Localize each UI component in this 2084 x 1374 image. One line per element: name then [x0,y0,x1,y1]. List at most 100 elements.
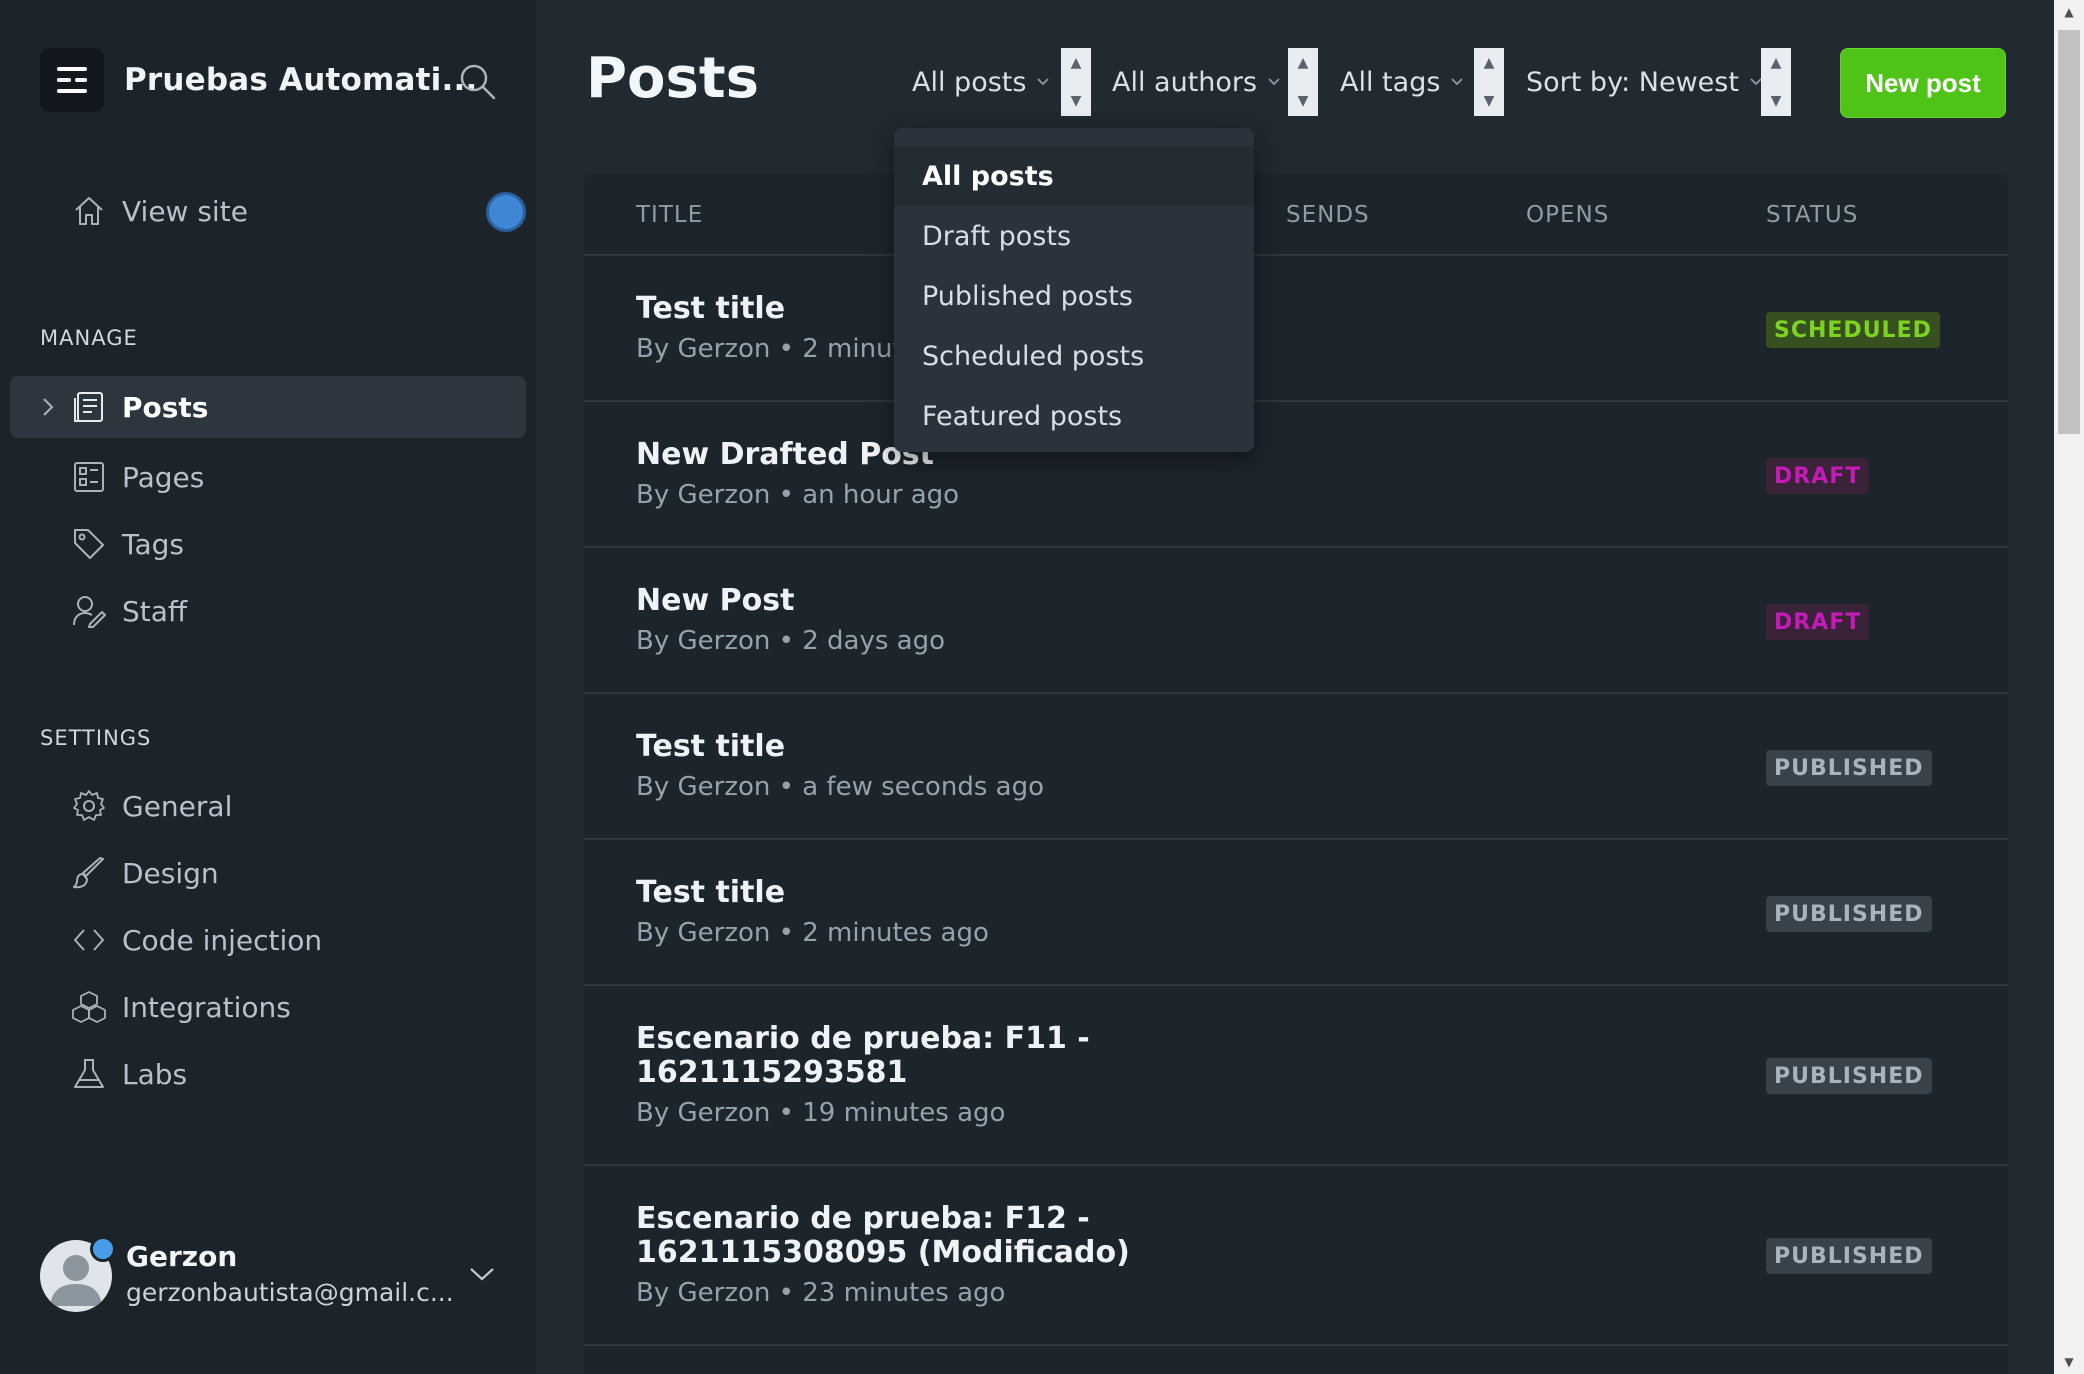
table-row[interactable]: Test title By Gerzon • 2 minute SCHEDULE… [584,254,2008,400]
scroll-up-arrow[interactable]: ▲ [2054,0,2084,24]
post-meta: By Gerzon • 19 minutes ago [636,1098,1006,1128]
sidebar-item-code-injection[interactable]: Code injection [10,909,526,971]
sidebar-item-label: Code injection [122,923,323,957]
post-title-line: Escenario de prueba: F12 - [636,1201,1090,1236]
search-icon[interactable] [458,62,498,102]
table-row[interactable]: Test title By Gerzon • 2 minutes ago PUB… [584,838,2008,984]
user-email: gerzonbautista@gmail.c... [126,1278,454,1307]
sidebar-item-labs[interactable]: Labs [10,1043,526,1105]
site-title[interactable]: Pruebas Automati... [124,62,477,98]
author-stepper[interactable]: ▲ ▼ [1288,48,1318,116]
column-header-title: TITLE [636,202,704,228]
post-title-line: Escenario de prueba: F11 - [636,1021,1090,1056]
chevron-down-icon[interactable] [468,1264,496,1284]
sort-filter[interactable]: Sort by: Newest [1526,48,1763,116]
post-meta: By Gerzon • 2 days ago [636,626,946,656]
author-filter[interactable]: All authors [1112,48,1281,116]
post-title-line: 1621115293581 [636,1055,908,1090]
notification-dot[interactable] [486,192,526,232]
sidebar-item-staff[interactable]: Staff [10,580,526,642]
post-type-stepper[interactable]: ▲ ▼ [1061,48,1091,116]
post-type-dropdown: All posts Draft posts Published posts Sc… [894,128,1254,452]
post-meta: By Gerzon • 2 minutes ago [636,918,989,948]
new-post-button[interactable]: New post [1840,48,2006,118]
staff-icon [73,596,106,628]
sort-filter-label: Sort by: Newest [1526,66,1739,98]
scrollbar-thumb[interactable] [2058,30,2080,434]
sidebar-item-label: Posts [122,390,209,424]
code-icon [74,929,104,951]
status-dot [90,1236,116,1262]
status-badge: SCHEDULED [1766,312,1940,348]
table-row[interactable]: New Drafted Post By Gerzon • an hour ago… [584,400,2008,546]
column-header-opens: OPENS [1526,202,1610,228]
column-header-sends: SENDS [1286,202,1370,228]
table-row[interactable]: Test title By Gerzon • a few seconds ago… [584,692,2008,838]
dropdown-option-all-posts[interactable]: All posts [894,146,1254,206]
chevron-down-icon [1451,78,1464,86]
status-badge: PUBLISHED [1766,1058,1932,1094]
pages-icon [74,462,104,492]
flask-icon [74,1059,104,1088]
sidebar-item-posts[interactable]: Posts [10,376,526,438]
post-title[interactable]: Escenario de prueba: F11 - 1621115293581 [636,1022,1090,1090]
sidebar-item-label: Pages [122,460,205,494]
post-meta: By Gerzon • a few seconds ago [636,772,1044,802]
tag-icon [74,529,104,559]
sidebar-item-label: Staff [122,594,188,628]
scroll-down-arrow[interactable]: ▼ [2054,1350,2084,1374]
view-site-link[interactable]: View site [10,180,526,242]
column-header-status: STATUS [1766,202,1859,228]
gear-icon [73,790,105,821]
home-icon [75,197,103,225]
table-row[interactable]: Escenario de prueba: F12 - 1621115308095… [584,1164,2008,1344]
post-title[interactable]: Test title [636,292,785,326]
integrations-icon [72,991,106,1023]
sidebar-item-label: General [122,789,233,823]
sidebar-item-tags[interactable]: Tags [10,513,526,575]
dropdown-option-published-posts[interactable]: Published posts [894,266,1254,326]
sidebar-item-pages[interactable]: Pages [10,446,526,508]
dropdown-option-featured-posts[interactable]: Featured posts [894,386,1254,446]
sidebar-item-design[interactable]: Design [10,842,526,904]
post-title[interactable]: Test title [636,730,785,764]
tag-filter-label: All tags [1340,66,1441,98]
posts-icon [74,392,103,422]
scrollbar[interactable]: ▲ ▼ [2054,0,2084,1374]
post-title[interactable]: Test title [636,876,785,910]
tag-filter[interactable]: All tags [1340,48,1464,116]
chevron-right-icon[interactable] [38,396,58,418]
post-title[interactable]: Escenario de prueba: F12 - 1621115308095… [636,1202,1130,1270]
user-menu[interactable]: Gerzon gerzonbautista@gmail.c... [40,1236,520,1316]
author-filter-label: All authors [1112,66,1258,98]
sidebar-item-label: Labs [122,1057,188,1091]
table-row[interactable]: Escenario de prueba: F11 - 1621115293581… [584,984,2008,1164]
status-badge: DRAFT [1766,604,1870,640]
tag-stepper[interactable]: ▲ ▼ [1474,48,1504,116]
post-type-filter[interactable]: All posts [912,48,1050,116]
sidebar-item-label: Design [122,856,219,890]
table-row[interactable]: New Post By Gerzon • 2 days ago DRAFT [584,546,2008,692]
post-title[interactable]: New Drafted Post [636,438,934,472]
status-badge: PUBLISHED [1766,1238,1932,1274]
post-title[interactable]: New Post [636,584,794,618]
sidebar-item-general[interactable]: General [10,775,526,837]
chevron-down-icon [1037,78,1050,86]
sidebar-item-label: Tags [122,527,184,561]
brush-icon [73,857,104,889]
status-badge: DRAFT [1766,458,1870,494]
status-badge: PUBLISHED [1766,896,1932,932]
post-meta: By Gerzon • 2 minute [636,334,919,364]
dropdown-option-scheduled-posts[interactable]: Scheduled posts [894,326,1254,386]
sort-stepper[interactable]: ▲ ▼ [1761,48,1791,116]
site-logo-icon[interactable] [40,48,104,112]
sidebar-item-integrations[interactable]: Integrations [10,976,526,1038]
posts-table: TITLE SENDS OPENS STATUS Test title By G… [584,174,2008,1374]
chevron-down-icon [1268,78,1280,86]
sidebar-item-label: Integrations [122,990,291,1024]
view-site-label: View site [122,194,248,228]
dropdown-option-draft-posts[interactable]: Draft posts [894,206,1254,266]
page-title: Posts [586,46,759,111]
post-meta: By Gerzon • an hour ago [636,480,960,510]
table-row [584,1344,2008,1374]
